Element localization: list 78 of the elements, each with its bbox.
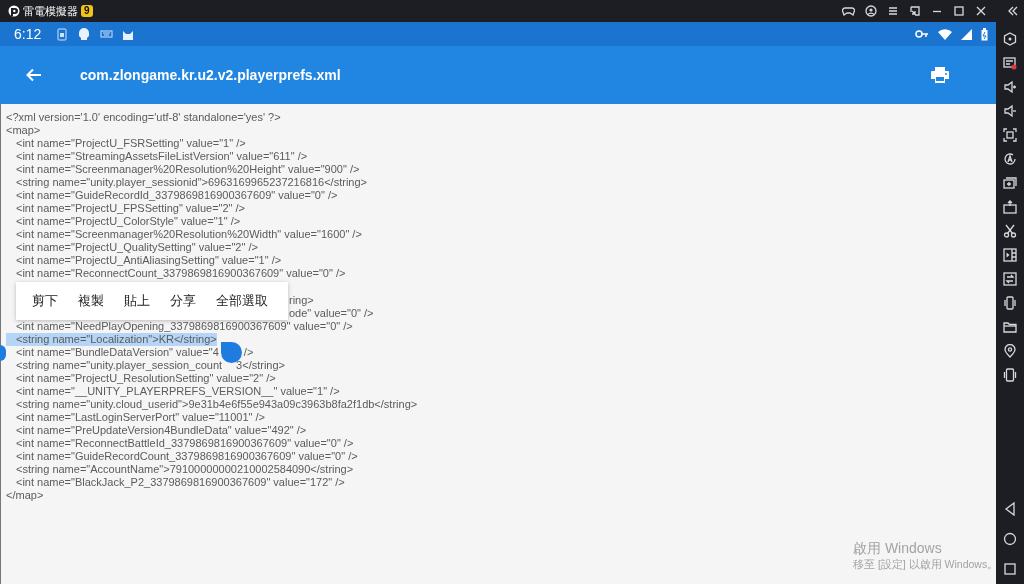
transfer-icon — [1003, 272, 1017, 286]
xml-line: <int name="BlackJack_P2_3379869816900367609" value="172" /> — [16, 475, 345, 489]
xml-line: <int name="ProjectU_FPSSetting" value="2" /> — [16, 201, 246, 215]
xml-line: <string name="AccountName">79100000000210002584090</string> — [16, 462, 354, 476]
collapse-icon[interactable] — [1007, 5, 1019, 17]
menu-item[interactable]: 分享 — [160, 287, 206, 314]
xml-line: </map> — [6, 488, 44, 502]
print-button[interactable] — [931, 67, 949, 83]
volume-up-icon — [1003, 80, 1017, 94]
xml-line: <int name="GuideRecordCount_3379869816900367609" value="0" /> — [16, 449, 358, 463]
file-title: com.zlongame.kr.u2.v2.playerprefs.xml — [80, 67, 342, 83]
phone-icon — [1003, 368, 1017, 382]
add-window-icon — [1003, 176, 1017, 190]
close-icon[interactable] — [975, 5, 987, 17]
clock-time: 6:12 — [14, 26, 42, 42]
signal-icon — [961, 28, 972, 40]
xml-line: <int name="ProjectU_ResolutionSetting" value="2" /> — [16, 371, 276, 385]
home-icon — [1003, 532, 1017, 546]
xml-line: <int name="BundleDataVersion" value="4 — [16, 345, 219, 359]
xml-line: <int name="PreUpdateVersion4BundleData" value="492" /> — [16, 423, 307, 437]
xml-line: <int name="LastLoginServerPort" value="11001" /> — [16, 410, 266, 424]
menu-icon[interactable] — [887, 5, 899, 17]
xml-line: <int name="ProjectU_FSRSetting" value="1" /> — [16, 136, 246, 150]
mascot-icon — [77, 27, 92, 41]
keyboard-icon — [100, 29, 114, 39]
xml-line: /> — [243, 345, 254, 359]
xml-line: <int name="__UNITY_PLAYERPREFS_VERSION__" value="1" /> — [16, 384, 340, 398]
xml-line: 3</string> — [236, 358, 286, 372]
selection-handle[interactable] — [220, 341, 242, 363]
back-arrow-icon — [26, 68, 42, 82]
screen-icon[interactable] — [909, 5, 921, 17]
maximize-icon[interactable] — [953, 5, 965, 17]
gamepad-icon[interactable] — [842, 5, 855, 17]
recents-icon — [1003, 562, 1017, 576]
hexagon-icon — [1003, 32, 1017, 46]
xml-line: <int name="ProjectU_QualitySetting" value="2" /> — [16, 240, 258, 254]
menu-item[interactable]: 貼上 — [114, 287, 160, 314]
wifi-icon — [938, 28, 952, 40]
xml-line: <string name="unity.cloud_userid">9e31b4e6f55e943a09c3963b8fa2f1db</string> — [16, 397, 418, 411]
menu-item[interactable]: 剪下 — [22, 287, 68, 314]
activation-message: 移至 [設定] 以啟用 Windows。 — [853, 557, 999, 571]
battery-icon — [981, 27, 988, 41]
app-title: 雷電模擬器 — [23, 3, 78, 19]
xml-line: <int name="ProjectU_ColorStyle" value="1" /> — [16, 214, 241, 228]
xml-line: <string name="unity.player_sessionid">6963169965237216816</string> — [16, 175, 367, 189]
xml-line: ring> — [289, 293, 314, 306]
version-badge: 9 — [81, 5, 93, 17]
xml-line: <int name="Screenmanager%20Resolution%20Height" value="900" /> — [16, 162, 360, 176]
menu-item[interactable]: 全部選取 — [206, 287, 278, 314]
xml-line: <int name="GuideRecordId_3379869816900367609" value="0" /> — [16, 188, 338, 202]
activation-title: 啟用 Windows — [853, 539, 943, 557]
rotate-icon — [1003, 152, 1017, 166]
selection-handle[interactable] — [0, 344, 6, 361]
xml-line: <int name="ReconnectCount_3379869816900367609" value="0" /> — [16, 266, 346, 280]
xml-line: ode" value="0" /> — [289, 306, 374, 319]
folder-icon — [1003, 320, 1017, 334]
user-icon[interactable] — [865, 5, 877, 17]
xml-line: <string name="unity.player_session_count — [16, 358, 223, 372]
volume-down-icon — [1003, 104, 1017, 118]
back-icon — [1003, 502, 1017, 516]
xml-line: <int name="ProjectU_AntiAliasingSetting" value="1" /> — [16, 253, 282, 267]
sim-card-icon — [56, 27, 69, 41]
xml-line: <int name="StreamingAssetsFileListVersion" value="611" /> — [16, 149, 308, 163]
menu-item[interactable]: 複製 — [68, 287, 114, 314]
keyboard-icon — [1003, 56, 1017, 70]
xml-line: <int name="NeedPlayOpening_3379869816900367609" value="0" /> — [16, 319, 353, 333]
xml-line: <int name="ReconnectBattleId_3379869816900367609" value="0" /> — [16, 436, 354, 450]
scissors-icon — [1003, 224, 1017, 238]
xml-line: <?xml version='1.0' encoding='utf-8' standalone='yes' ?> — [6, 110, 281, 124]
location-icon — [1003, 344, 1017, 358]
fullscreen-icon — [1003, 128, 1017, 142]
video-icon — [1003, 248, 1017, 262]
app-logo-icon — [8, 5, 20, 17]
print-icon — [931, 67, 949, 83]
shake-icon — [1003, 296, 1017, 310]
xml-line: <int name="Screenmanager%20Resolution%20Width" value="1600" /> — [16, 227, 362, 241]
xml-line: <map> — [6, 123, 41, 137]
key-icon — [915, 29, 929, 39]
